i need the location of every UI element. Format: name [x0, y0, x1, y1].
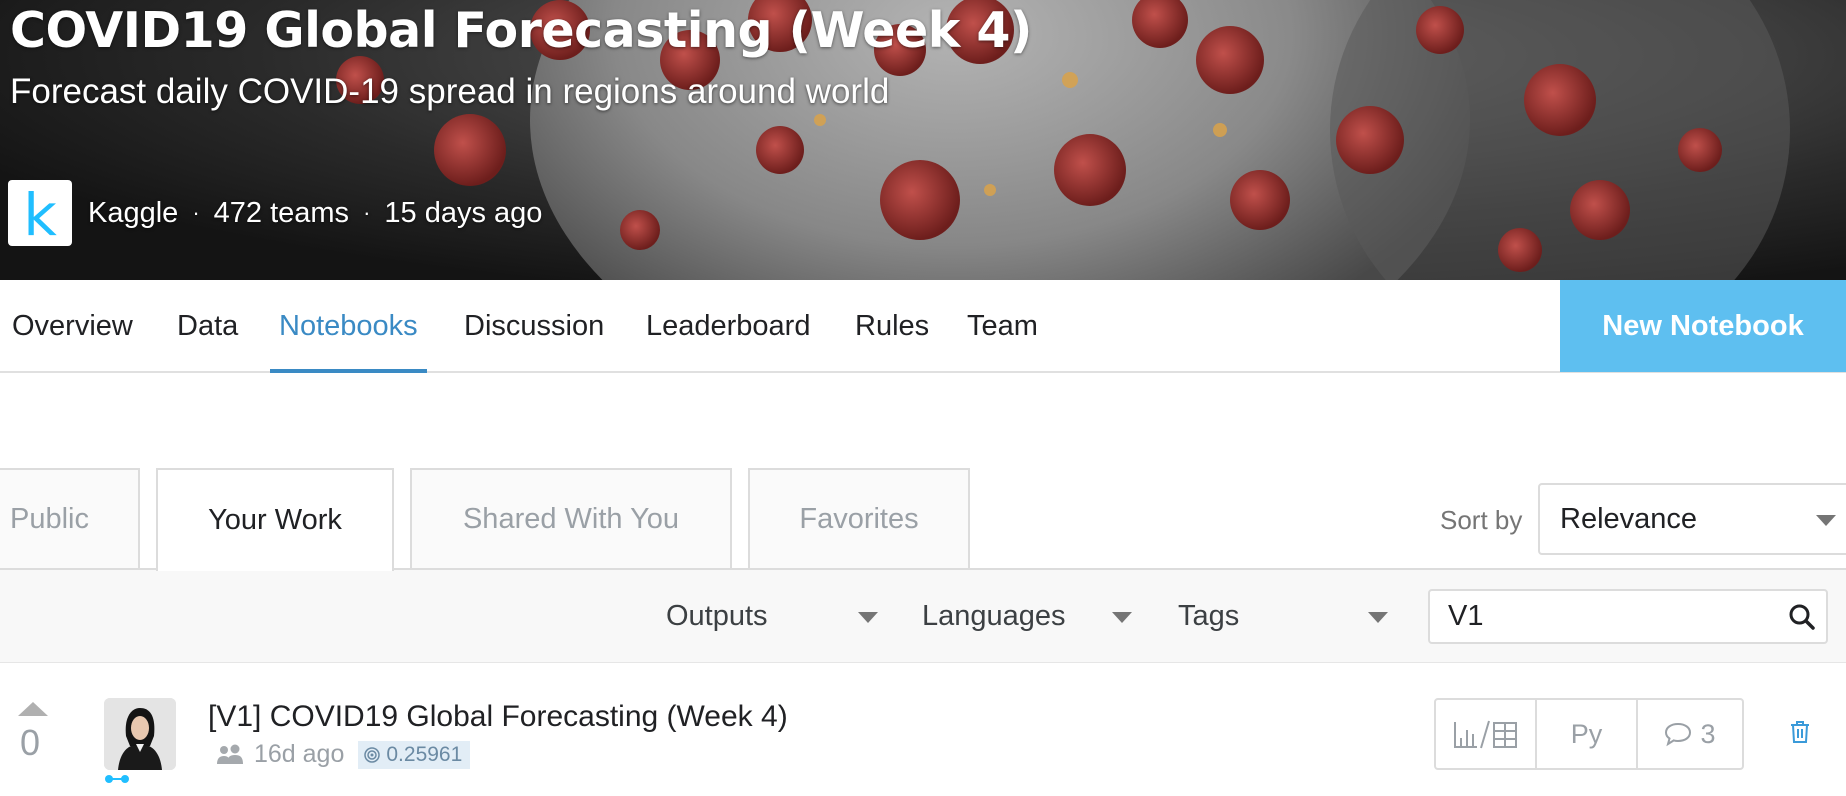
tab-data[interactable]: Data [168, 280, 247, 373]
search-value: V1 [1448, 600, 1484, 632]
comment-count: 3 [1700, 718, 1716, 749]
tab-leaderboard[interactable]: Leaderboard [637, 280, 819, 373]
avatar[interactable] [104, 698, 176, 770]
notebook-meta: 16d ago 0.25961 [216, 740, 471, 769]
competition-age: 15 days ago [384, 196, 543, 229]
score-badge: 0.25961 [358, 740, 471, 769]
chart-table-icon [1453, 720, 1517, 749]
new-notebook-button[interactable]: New Notebook [1560, 280, 1846, 372]
search-icon[interactable] [1788, 603, 1816, 631]
tags-filter[interactable]: Tags [1178, 600, 1392, 633]
languages-filter[interactable]: Languages [922, 600, 1134, 633]
notebook-age: 16d ago [254, 740, 345, 768]
subtab-shared-with-you[interactable]: Shared With You [410, 468, 732, 569]
competition-subtitle: Forecast daily COVID-19 spread in region… [10, 72, 890, 111]
team-count[interactable]: 472 teams [214, 197, 349, 230]
host-row: k Kaggle · 472 teams · 15 days ago [8, 180, 542, 246]
target-icon [364, 746, 381, 763]
comments-button[interactable]: 3 [1638, 700, 1742, 768]
kaggle-logo[interactable]: k [8, 180, 72, 246]
avatar-image [104, 698, 176, 770]
upvote-icon[interactable] [18, 702, 48, 716]
notebook-actions: Py 3 [1434, 698, 1744, 770]
competition-title: COVID19 Global Forecasting (Week 4) [10, 2, 1032, 59]
sort-value: Relevance [1560, 502, 1698, 535]
tab-team[interactable]: Team [958, 280, 1047, 373]
team-icon [217, 744, 243, 764]
vote-count: 0 [20, 722, 41, 763]
tab-discussion[interactable]: Discussion [455, 280, 613, 373]
subtab-your-work[interactable]: Your Work [156, 468, 394, 571]
sort-label: Sort by [1440, 505, 1523, 535]
subtab-public[interactable]: Public [0, 468, 140, 569]
notebook-title[interactable]: [V1] COVID19 Global Forecasting (Week 4) [208, 700, 788, 734]
outputs-filter-label: Outputs [666, 600, 768, 632]
tags-filter-label: Tags [1178, 600, 1240, 632]
tier-badge-icon [105, 775, 129, 783]
languages-filter-label: Languages [922, 600, 1066, 632]
chevron-down-icon [1368, 612, 1388, 623]
competition-meta: Kaggle · 472 teams · 15 days ago [88, 197, 542, 230]
outputs-button[interactable] [1436, 700, 1537, 768]
tab-rules[interactable]: Rules [846, 280, 938, 373]
tab-notebooks[interactable]: Notebooks [270, 280, 427, 373]
comment-icon [1665, 722, 1692, 747]
chevron-down-icon [858, 612, 878, 623]
host-name[interactable]: Kaggle [88, 197, 178, 230]
separator: · [192, 200, 200, 225]
competition-header: COVID19 Global Forecasting (Week 4) Fore… [0, 0, 1846, 280]
outputs-filter[interactable]: Outputs [666, 600, 886, 633]
subtab-favorites[interactable]: Favorites [748, 468, 970, 569]
separator: · [363, 200, 371, 225]
sort-select[interactable]: Relevance [1538, 483, 1846, 555]
language-button[interactable]: Py [1537, 700, 1638, 768]
trash-icon[interactable] [1790, 720, 1810, 744]
chevron-down-icon [1112, 612, 1132, 623]
score-value: 0.25961 [386, 742, 463, 766]
tab-overview[interactable]: Overview [3, 280, 142, 373]
search-input[interactable]: V1 [1428, 589, 1828, 644]
chevron-down-icon [1816, 515, 1836, 526]
